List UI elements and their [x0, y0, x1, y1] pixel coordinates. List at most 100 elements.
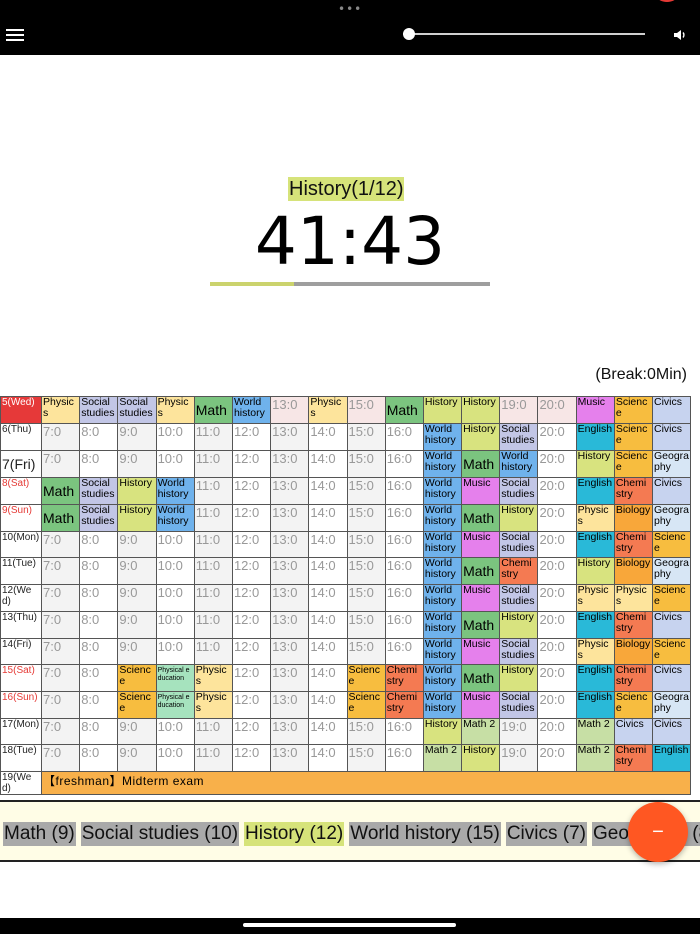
empty-hour-cell[interactable]: 15:0: [346, 476, 386, 505]
empty-hour-cell[interactable]: 11:0: [193, 717, 233, 745]
empty-hour-cell[interactable]: 9:0: [117, 449, 157, 478]
lesson-cell[interactable]: Science: [651, 637, 692, 665]
lesson-cell[interactable]: Math: [193, 396, 233, 424]
empty-hour-cell[interactable]: 11:0: [193, 637, 233, 665]
empty-hour-cell[interactable]: 8:0: [79, 664, 119, 692]
lesson-cell[interactable]: Math: [461, 557, 501, 585]
empty-hour-cell[interactable]: 7:0: [40, 557, 81, 585]
empty-hour-cell[interactable]: 12:0: [231, 557, 272, 585]
empty-hour-cell[interactable]: 14:0: [308, 423, 348, 451]
lesson-cell[interactable]: History: [461, 423, 501, 451]
lesson-cell[interactable]: Physical education: [155, 691, 195, 719]
lesson-cell[interactable]: Math: [40, 503, 81, 532]
empty-hour-cell[interactable]: 15:0: [346, 584, 386, 612]
lesson-cell[interactable]: Social studies: [499, 476, 539, 505]
empty-hour-cell[interactable]: 13:0: [270, 664, 310, 692]
empty-hour-cell[interactable]: 11:0: [193, 557, 233, 585]
empty-hour-cell[interactable]: 19:0: [499, 396, 539, 424]
lesson-cell[interactable]: World history: [422, 557, 463, 585]
empty-hour-cell[interactable]: 13:0: [270, 637, 310, 665]
empty-hour-cell[interactable]: 10:0: [155, 584, 195, 612]
empty-hour-cell[interactable]: 14:0: [308, 691, 348, 719]
lesson-cell[interactable]: History: [461, 396, 501, 424]
lesson-cell[interactable]: Music: [461, 637, 501, 665]
empty-hour-cell[interactable]: 20:0: [537, 610, 577, 639]
empty-hour-cell[interactable]: 16:0: [384, 610, 424, 639]
empty-hour-cell[interactable]: 9:0: [117, 584, 157, 612]
empty-hour-cell[interactable]: 15:0: [346, 449, 386, 478]
empty-hour-cell[interactable]: 7:0: [40, 717, 81, 745]
empty-hour-cell[interactable]: 16:0: [384, 557, 424, 585]
empty-hour-cell[interactable]: 16:0: [384, 423, 424, 451]
lesson-cell[interactable]: Chemistry: [613, 664, 654, 692]
empty-hour-cell[interactable]: 11:0: [193, 476, 233, 505]
lesson-cell[interactable]: Math 2: [422, 744, 463, 772]
lesson-cell[interactable]: World history: [422, 637, 463, 665]
lesson-cell[interactable]: Math: [461, 503, 501, 532]
lesson-cell[interactable]: Physics: [575, 584, 615, 612]
lesson-cell[interactable]: Social studies: [79, 503, 119, 532]
lesson-cell[interactable]: Physics: [40, 396, 81, 424]
empty-hour-cell[interactable]: 12:0: [231, 664, 272, 692]
lesson-cell[interactable]: Biology: [613, 637, 654, 665]
empty-hour-cell[interactable]: 8:0: [79, 637, 119, 665]
minus-fab-button[interactable]: −: [628, 802, 688, 862]
empty-hour-cell[interactable]: 20:0: [537, 691, 577, 719]
lesson-cell[interactable]: History: [499, 503, 539, 532]
subject-chip[interactable]: Social studies (10): [80, 822, 240, 846]
lesson-cell[interactable]: World history: [155, 476, 195, 505]
lesson-cell[interactable]: World history: [231, 396, 272, 424]
subject-chip[interactable]: History (12): [244, 822, 345, 846]
lesson-cell[interactable]: Physics: [575, 637, 615, 665]
empty-hour-cell[interactable]: 9:0: [117, 610, 157, 639]
empty-hour-cell[interactable]: 10:0: [155, 610, 195, 639]
empty-hour-cell[interactable]: 13:0: [270, 423, 310, 451]
empty-hour-cell[interactable]: 16:0: [384, 717, 424, 745]
lesson-cell[interactable]: World history: [422, 503, 463, 532]
lesson-cell[interactable]: Geography: [651, 503, 692, 532]
more-dots-icon[interactable]: •••: [338, 2, 362, 16]
empty-hour-cell[interactable]: 20:0: [537, 423, 577, 451]
lesson-cell[interactable]: History: [117, 503, 157, 532]
empty-hour-cell[interactable]: 9:0: [117, 557, 157, 585]
lesson-cell[interactable]: History: [461, 744, 501, 772]
exam-banner[interactable]: 【freshman】Midterm exam: [40, 770, 692, 795]
empty-hour-cell[interactable]: 20:0: [537, 744, 577, 772]
lesson-cell[interactable]: Music: [461, 530, 501, 558]
empty-hour-cell[interactable]: 12:0: [231, 744, 272, 772]
empty-hour-cell[interactable]: 16:0: [384, 449, 424, 478]
empty-hour-cell[interactable]: 9:0: [117, 637, 157, 665]
empty-hour-cell[interactable]: 14:0: [308, 584, 348, 612]
lesson-cell[interactable]: Chemistry: [384, 664, 424, 692]
empty-hour-cell[interactable]: 7:0: [40, 610, 81, 639]
media-seek-track[interactable]: [403, 33, 645, 35]
lesson-cell[interactable]: Physics: [193, 664, 233, 692]
lesson-cell[interactable]: Geography: [651, 691, 692, 719]
empty-hour-cell[interactable]: 14:0: [308, 476, 348, 505]
lesson-cell[interactable]: English: [651, 744, 692, 772]
empty-hour-cell[interactable]: 15:0: [346, 744, 386, 772]
empty-hour-cell[interactable]: 14:0: [308, 557, 348, 585]
lesson-cell[interactable]: Social studies: [499, 691, 539, 719]
lesson-cell[interactable]: Civics: [651, 476, 692, 505]
lesson-cell[interactable]: World history: [422, 449, 463, 478]
empty-hour-cell[interactable]: 7:0: [40, 423, 81, 451]
empty-hour-cell[interactable]: 11:0: [193, 530, 233, 558]
empty-hour-cell[interactable]: 8:0: [79, 717, 119, 745]
lesson-cell[interactable]: Civics: [651, 396, 692, 424]
empty-hour-cell[interactable]: 20:0: [537, 664, 577, 692]
empty-hour-cell[interactable]: 20:0: [537, 449, 577, 478]
empty-hour-cell[interactable]: 16:0: [384, 476, 424, 505]
lesson-cell[interactable]: History: [422, 717, 463, 745]
lesson-cell[interactable]: Music: [461, 691, 501, 719]
empty-hour-cell[interactable]: 10:0: [155, 744, 195, 772]
empty-hour-cell[interactable]: 16:0: [384, 530, 424, 558]
lesson-cell[interactable]: World history: [422, 584, 463, 612]
lesson-cell[interactable]: History: [117, 476, 157, 505]
lesson-cell[interactable]: Science: [117, 664, 157, 692]
lesson-cell[interactable]: Physics: [575, 503, 615, 532]
lesson-cell[interactable]: Science: [117, 691, 157, 719]
hamburger-menu-icon[interactable]: [6, 27, 24, 43]
empty-hour-cell[interactable]: 7:0: [40, 664, 81, 692]
lesson-cell[interactable]: Chemistry: [499, 557, 539, 585]
